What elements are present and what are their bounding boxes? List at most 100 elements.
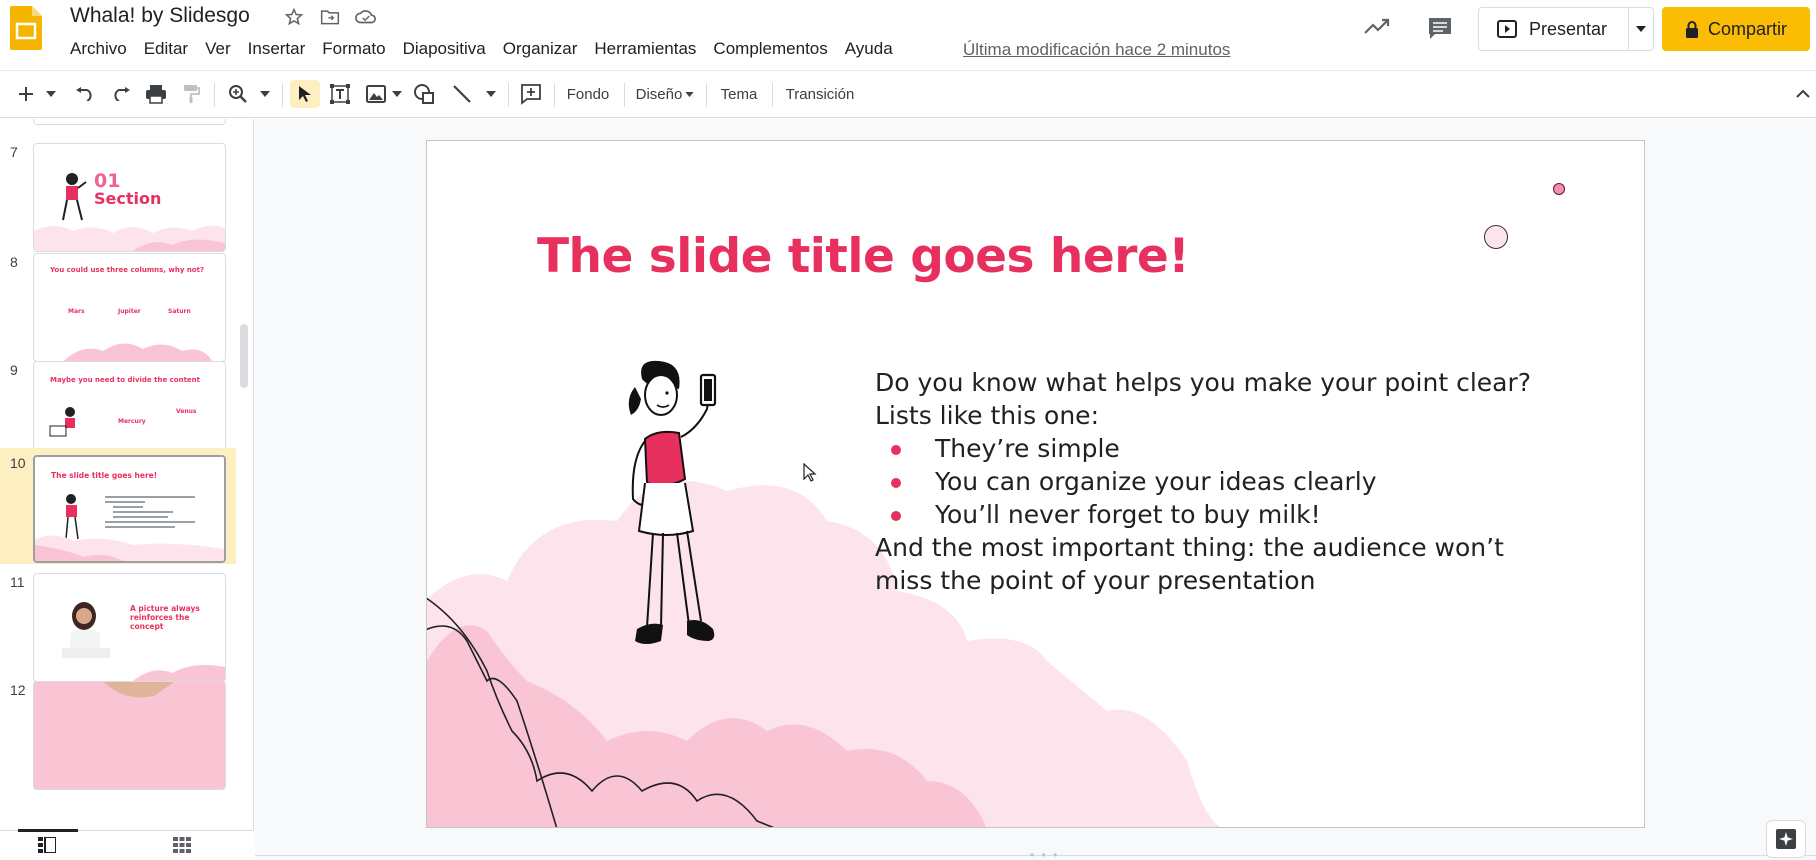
redo-button[interactable] bbox=[108, 80, 134, 108]
filmstrip-footer bbox=[0, 829, 254, 860]
shapes-icon bbox=[414, 84, 434, 104]
thumb-col-1: Mercury bbox=[118, 418, 146, 425]
star-icon[interactable] bbox=[281, 6, 307, 28]
slide-canvas[interactable]: The slide title goes here! Do you know w… bbox=[255, 119, 1816, 860]
paint-roller-icon bbox=[184, 85, 200, 103]
layout-button[interactable]: Diseño bbox=[632, 80, 698, 108]
character-illustration bbox=[62, 173, 87, 221]
line-icon bbox=[453, 85, 471, 103]
activity-dashboard-icon[interactable] bbox=[1364, 16, 1390, 41]
comments-icon[interactable] bbox=[1427, 16, 1453, 45]
bullet-item: You’ll never forget to buy milk! bbox=[875, 498, 1555, 531]
zoom-dropdown[interactable] bbox=[258, 80, 272, 108]
share-label: Compartir bbox=[1707, 18, 1787, 39]
slide-body-text[interactable]: Do you know what helps you make your poi… bbox=[875, 366, 1555, 597]
add-comment-button[interactable] bbox=[516, 80, 546, 108]
background-button[interactable]: Fondo bbox=[560, 80, 616, 108]
menu-archivo[interactable]: Archivo bbox=[70, 39, 127, 59]
slide-thumbnail-8[interactable]: You could use three columns, why not? Ma… bbox=[33, 253, 226, 362]
zoom-button[interactable] bbox=[224, 80, 252, 108]
transition-button[interactable]: Transición bbox=[780, 80, 860, 108]
slides-logo-icon[interactable] bbox=[10, 6, 42, 50]
move-folder-icon[interactable] bbox=[317, 6, 343, 28]
resize-handle-icon[interactable]: • • • bbox=[1030, 848, 1059, 860]
share-button[interactable]: Compartir bbox=[1662, 7, 1810, 51]
current-slide[interactable]: The slide title goes here! Do you know w… bbox=[426, 140, 1645, 828]
active-view-indicator bbox=[18, 829, 78, 832]
line-dropdown[interactable] bbox=[484, 80, 498, 108]
filmstrip-view-icon[interactable] bbox=[38, 836, 57, 858]
menu-herramientas[interactable]: Herramientas bbox=[594, 39, 696, 59]
menu-editar[interactable]: Editar bbox=[144, 39, 188, 59]
slide-thumbnail-6[interactable] bbox=[33, 119, 226, 125]
chevron-down-icon bbox=[1636, 26, 1647, 32]
insert-image-button[interactable] bbox=[362, 80, 390, 108]
insert-image-dropdown[interactable] bbox=[390, 80, 404, 108]
image-icon bbox=[366, 85, 386, 103]
menu-insertar[interactable]: Insertar bbox=[248, 39, 306, 59]
last-modified-link[interactable]: Última modificación hace 2 minutos bbox=[963, 40, 1230, 60]
menu-complementos[interactable]: Complementos bbox=[713, 39, 827, 59]
chevron-down-icon bbox=[46, 91, 56, 97]
thumb-title-line1: A picture always bbox=[130, 604, 200, 613]
document-title[interactable]: Whala! by Slidesgo bbox=[70, 4, 250, 28]
menu-ayuda[interactable]: Ayuda bbox=[845, 39, 893, 59]
hand-photo bbox=[104, 682, 174, 698]
photo-woman bbox=[62, 602, 110, 658]
body-intro-line2: Lists like this one: bbox=[875, 401, 1099, 430]
slide-number: 7 bbox=[10, 144, 18, 160]
bullet-item: You can organize your ideas clearly bbox=[875, 465, 1555, 498]
slide-thumbnail-7[interactable]: 01 Section bbox=[33, 143, 226, 252]
shape-button[interactable] bbox=[410, 80, 438, 108]
toolbar: Fondo Diseño Tema Transición bbox=[0, 70, 1816, 118]
slide-thumbnail-row-10[interactable]: 10 The slide title goes here! bbox=[0, 448, 236, 564]
thumb-title: Maybe you need to divide the content bbox=[50, 376, 200, 384]
thumb-col-2: Venus bbox=[176, 408, 197, 415]
decorative-dot-large bbox=[1484, 225, 1508, 249]
select-tool-button[interactable] bbox=[290, 80, 320, 108]
slide-title[interactable]: The slide title goes here! bbox=[537, 229, 1190, 284]
present-label: Presentar bbox=[1529, 18, 1608, 39]
slide-thumbnail-10[interactable]: The slide title goes here! bbox=[33, 455, 226, 563]
menu-diapositiva[interactable]: Diapositiva bbox=[403, 39, 486, 59]
zoom-icon bbox=[229, 85, 247, 103]
menu-formato[interactable]: Formato bbox=[322, 39, 385, 59]
slide-filmstrip: 7 01 Section 8 You could use three colum… bbox=[0, 119, 254, 830]
chevron-down-icon bbox=[486, 91, 496, 97]
woman-with-phone-illustration bbox=[628, 360, 717, 644]
slide-thumbnail-row-8[interactable]: 8 You could use three columns, why not? … bbox=[0, 249, 236, 371]
cloud-status-icon[interactable] bbox=[353, 6, 379, 28]
slide-thumbnail-row-7[interactable]: 7 01 Section bbox=[0, 139, 236, 261]
new-slide-dropdown[interactable] bbox=[44, 80, 58, 108]
slide-thumbnail-12[interactable] bbox=[33, 681, 226, 790]
slide-thumbnail-11[interactable]: A picture always reinforces the concept bbox=[33, 573, 226, 682]
new-slide-button[interactable] bbox=[14, 80, 38, 108]
cloud-decoration bbox=[35, 535, 224, 561]
grid-view-icon[interactable] bbox=[173, 837, 191, 858]
layout-label: Diseño bbox=[635, 85, 683, 103]
decorative-dot-small bbox=[1553, 183, 1565, 195]
collapse-toolbar-icon[interactable] bbox=[1796, 85, 1810, 103]
explore-sparkle-icon bbox=[1776, 829, 1796, 849]
explore-button[interactable] bbox=[1766, 820, 1806, 858]
thumb-title: The slide title goes here! bbox=[51, 471, 158, 480]
add-comment-icon bbox=[521, 84, 541, 105]
present-dropdown-button[interactable] bbox=[1629, 26, 1653, 32]
text-box-button[interactable] bbox=[326, 80, 354, 108]
slide-thumbnail-row-12[interactable]: 12 bbox=[0, 677, 236, 799]
print-button[interactable] bbox=[142, 80, 170, 108]
present-icon bbox=[1497, 20, 1517, 38]
chevron-down-icon bbox=[392, 91, 402, 97]
menu-organizar[interactable]: Organizar bbox=[503, 39, 578, 59]
line-button[interactable] bbox=[448, 80, 476, 108]
filmstrip-scrollbar[interactable] bbox=[240, 324, 248, 388]
body-intro-line1: Do you know what helps you make your poi… bbox=[875, 368, 1532, 397]
redo-icon bbox=[114, 87, 130, 101]
slide-thumbnail-row-11[interactable]: 11 A picture always reinforces the conce… bbox=[0, 569, 236, 691]
theme-button[interactable]: Tema bbox=[714, 80, 764, 108]
paint-format-button[interactable] bbox=[178, 80, 204, 108]
menu-ver[interactable]: Ver bbox=[205, 39, 231, 59]
undo-button[interactable] bbox=[72, 80, 98, 108]
slide-number: 12 bbox=[10, 682, 26, 698]
present-button[interactable]: Presentar bbox=[1479, 8, 1630, 50]
